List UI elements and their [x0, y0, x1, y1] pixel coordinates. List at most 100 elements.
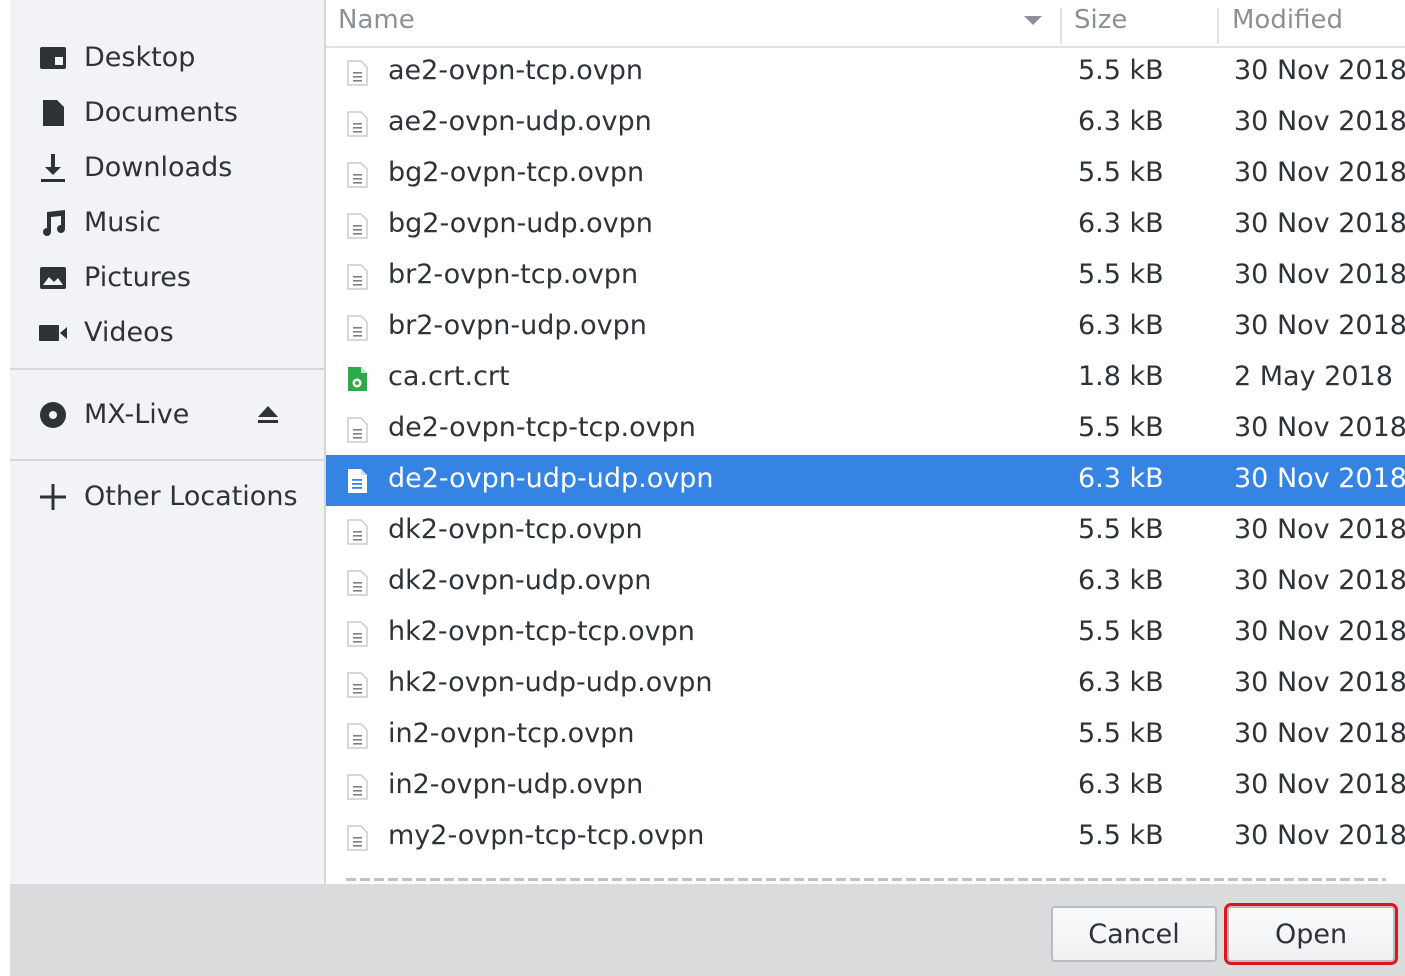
file-size: 6.3 kB — [1078, 769, 1164, 800]
sidebar-item-downloads[interactable]: Downloads — [10, 140, 324, 195]
file-name: dk2-ovpn-udp.ovpn — [388, 565, 652, 596]
file-row[interactable]: my2-ovpn-tcp-tcp.ovpn 5.5 kB 30 Nov 2018 — [326, 812, 1405, 863]
file-modified: 30 Nov 2018 — [1234, 106, 1405, 137]
column-header-size[interactable]: Size — [1074, 5, 1127, 35]
file-size: 5.5 kB — [1078, 412, 1164, 443]
file-modified: 30 Nov 2018 — [1234, 310, 1405, 341]
sidebar-item-label: MX-Live — [84, 399, 190, 430]
sidebar-item-label: Documents — [84, 97, 238, 128]
column-separator — [1060, 8, 1062, 44]
sidebar-item-desktop[interactable]: Desktop — [10, 30, 324, 85]
sidebar-scroll-remnant — [46, 0, 76, 10]
file-row[interactable]: in2-ovpn-udp.ovpn 6.3 kB 30 Nov 2018 — [326, 761, 1405, 812]
text-file-icon — [344, 161, 370, 189]
file-row[interactable]: dk2-ovpn-tcp.ovpn 5.5 kB 30 Nov 2018 — [326, 506, 1405, 557]
file-modified: 30 Nov 2018 — [1234, 718, 1405, 749]
file-chooser-dialog: Desktop Documents Downloads Music Pictur — [0, 0, 1405, 976]
file-modified: 30 Nov 2018 — [1234, 514, 1405, 545]
file-row-selected[interactable]: de2-ovpn-udp-udp.ovpn 6.3 kB 30 Nov 2018 — [326, 455, 1405, 506]
file-size: 5.5 kB — [1078, 514, 1164, 545]
file-name: bg2-ovpn-tcp.ovpn — [388, 157, 645, 188]
file-row[interactable]: dk2-ovpn-udp.ovpn 6.3 kB 30 Nov 2018 — [326, 557, 1405, 608]
file-modified: 30 Nov 2018 — [1234, 412, 1405, 443]
file-name: in2-ovpn-tcp.ovpn — [388, 718, 635, 749]
text-file-icon — [344, 518, 370, 546]
file-size: 5.5 kB — [1078, 55, 1164, 86]
text-file-icon — [344, 467, 370, 495]
file-modified: 30 Nov 2018 — [1234, 208, 1405, 239]
file-list: Name Size Modified ae2-ovpn-tcp.ovpn 5.5… — [326, 0, 1405, 884]
file-modified: 2 May 2018 — [1234, 361, 1393, 392]
file-name: hk2-ovpn-tcp-tcp.ovpn — [388, 616, 695, 647]
disc-icon — [38, 400, 68, 430]
file-size: 6.3 kB — [1078, 463, 1164, 494]
file-size: 5.5 kB — [1078, 820, 1164, 851]
file-row[interactable]: de2-ovpn-tcp-tcp.ovpn 5.5 kB 30 Nov 2018 — [326, 404, 1405, 455]
column-header-name[interactable]: Name — [338, 5, 415, 35]
file-row[interactable]: br2-ovpn-udp.ovpn 6.3 kB 30 Nov 2018 — [326, 302, 1405, 353]
file-size: 5.5 kB — [1078, 718, 1164, 749]
file-row-clipped — [326, 874, 1405, 884]
documents-icon — [38, 98, 68, 128]
text-file-icon — [344, 416, 370, 444]
file-name: hk2-ovpn-udp-udp.ovpn — [388, 667, 713, 698]
file-modified: 30 Nov 2018 — [1234, 55, 1405, 86]
sidebar-item-videos[interactable]: Videos — [10, 305, 324, 360]
file-row[interactable]: ae2-ovpn-tcp.ovpn 5.5 kB 30 Nov 2018 — [326, 47, 1405, 98]
file-size: 6.3 kB — [1078, 310, 1164, 341]
file-name: br2-ovpn-tcp.ovpn — [388, 259, 639, 290]
desktop-icon — [38, 43, 68, 73]
downloads-icon — [38, 153, 68, 183]
file-name: ae2-ovpn-tcp.ovpn — [388, 55, 643, 86]
file-modified: 30 Nov 2018 — [1234, 259, 1405, 290]
file-name: my2-ovpn-tcp-tcp.ovpn — [388, 820, 705, 851]
file-size: 6.3 kB — [1078, 565, 1164, 596]
eject-icon[interactable] — [254, 401, 282, 429]
column-header-modified[interactable]: Modified — [1232, 5, 1343, 35]
sidebar-item-mx-live[interactable]: MX-Live — [10, 387, 324, 442]
file-row[interactable]: hk2-ovpn-udp-udp.ovpn 6.3 kB 30 Nov 2018 — [326, 659, 1405, 710]
sidebar-item-pictures[interactable]: Pictures — [10, 250, 324, 305]
text-file-icon — [344, 824, 370, 852]
text-file-icon — [344, 212, 370, 240]
open-button[interactable]: Open — [1224, 903, 1398, 965]
file-row[interactable]: bg2-ovpn-udp.ovpn 6.3 kB 30 Nov 2018 — [326, 200, 1405, 251]
file-size: 6.3 kB — [1078, 667, 1164, 698]
file-size: 1.8 kB — [1078, 361, 1164, 392]
file-name: ca.crt.crt — [388, 361, 510, 392]
file-size: 5.5 kB — [1078, 157, 1164, 188]
file-name: dk2-ovpn-tcp.ovpn — [388, 514, 643, 545]
text-file-icon — [344, 620, 370, 648]
text-file-icon — [344, 773, 370, 801]
file-row[interactable]: bg2-ovpn-tcp.ovpn 5.5 kB 30 Nov 2018 — [326, 149, 1405, 200]
sidebar-separator — [10, 459, 324, 461]
plus-icon — [38, 482, 68, 512]
file-modified: 30 Nov 2018 — [1234, 769, 1405, 800]
cancel-button[interactable]: Cancel — [1051, 906, 1217, 962]
sidebar-item-other-locations[interactable]: Other Locations — [10, 469, 324, 524]
sidebar-separator — [10, 368, 324, 370]
videos-icon — [38, 318, 68, 348]
file-modified: 30 Nov 2018 — [1234, 667, 1405, 698]
file-row[interactable]: br2-ovpn-tcp.ovpn 5.5 kB 30 Nov 2018 — [326, 251, 1405, 302]
dialog-action-bar: Cancel Open — [10, 884, 1405, 976]
file-row[interactable]: ae2-ovpn-udp.ovpn 6.3 kB 30 Nov 2018 — [326, 98, 1405, 149]
sidebar-item-documents[interactable]: Documents — [10, 85, 324, 140]
text-file-icon — [344, 671, 370, 699]
sidebar-item-music[interactable]: Music — [10, 195, 324, 250]
text-file-icon — [344, 569, 370, 597]
pictures-icon — [38, 263, 68, 293]
file-name: de2-ovpn-tcp-tcp.ovpn — [388, 412, 696, 443]
column-separator — [1217, 8, 1219, 44]
sort-descending-icon — [1024, 16, 1042, 25]
file-modified: 30 Nov 2018 — [1234, 565, 1405, 596]
file-modified: 30 Nov 2018 — [1234, 157, 1405, 188]
file-row[interactable]: in2-ovpn-tcp.ovpn 5.5 kB 30 Nov 2018 — [326, 710, 1405, 761]
file-size: 6.3 kB — [1078, 208, 1164, 239]
file-row[interactable]: hk2-ovpn-tcp-tcp.ovpn 5.5 kB 30 Nov 2018 — [326, 608, 1405, 659]
file-row[interactable]: ca.crt.crt 1.8 kB 2 May 2018 — [326, 353, 1405, 404]
sidebar-item-label: Desktop — [84, 42, 196, 73]
clipped-row-remnant — [346, 878, 1386, 881]
file-modified: 30 Nov 2018 — [1234, 463, 1405, 494]
sidebar-item-label: Pictures — [84, 262, 191, 293]
